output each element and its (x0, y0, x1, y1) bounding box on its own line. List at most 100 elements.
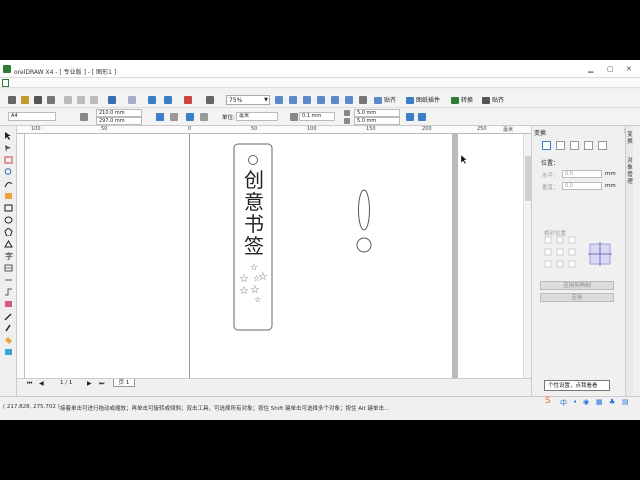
page-width-field[interactable]: 210.0 mm (96, 109, 142, 117)
pan-icon[interactable] (359, 96, 367, 104)
treat-as-filled-icon[interactable] (406, 113, 414, 121)
landscape-icon[interactable] (170, 113, 178, 121)
scale-tab-icon[interactable] (570, 141, 579, 150)
next-page-icon[interactable]: ▶ (87, 380, 92, 387)
nudge-distance-field[interactable]: 0.1 mm (299, 112, 335, 121)
portrait-icon[interactable] (156, 113, 164, 121)
connector-tool-icon[interactable] (4, 288, 13, 296)
convert-button[interactable]: 转换 (451, 95, 473, 106)
export-icon[interactable] (164, 96, 172, 104)
toolbox-icon[interactable]: ▤ (622, 398, 629, 406)
paste-icon[interactable] (90, 96, 98, 104)
table-tool-icon[interactable] (4, 264, 13, 272)
zoom-width-icon[interactable] (345, 96, 353, 104)
docker-tab-object-manager[interactable]: 管 (626, 172, 634, 178)
import-icon[interactable] (148, 96, 156, 104)
zoom-icon[interactable] (275, 96, 283, 104)
rotate-tab-icon[interactable] (556, 141, 565, 150)
zoom-selected-icon[interactable] (303, 96, 311, 104)
blend-tool-icon[interactable] (4, 300, 13, 308)
circle-shape[interactable] (356, 237, 372, 253)
plugin-button[interactable]: 图纸插件 (406, 95, 440, 106)
previous-page-icon[interactable]: ◀ (39, 380, 44, 387)
horizontal-ruler[interactable]: 100 50 0 50 100 150 200 250 毫米 (17, 126, 531, 134)
vertical-scrollbar[interactable] (523, 134, 531, 378)
units-select[interactable]: 毫米 (236, 112, 278, 121)
print-icon[interactable] (47, 96, 55, 104)
docker-tab-object-manager[interactable]: 象 (626, 165, 634, 171)
snap-button[interactable]: 贴齐 (374, 95, 396, 106)
duplicate-y-field[interactable]: 5.0 mm (354, 117, 400, 125)
all-pages-icon[interactable] (186, 113, 194, 121)
skew-tab-icon[interactable] (598, 141, 607, 150)
zoom-level-select[interactable]: 75% ▼ (226, 95, 270, 105)
ime-chinese-mode-icon[interactable]: 中 (560, 398, 567, 408)
apply-button[interactable]: 应用 (540, 293, 614, 302)
last-page-icon[interactable]: ⏭ (99, 380, 104, 388)
keyboard-icon[interactable]: ▦ (596, 398, 603, 406)
freehand-tool-icon[interactable] (4, 180, 13, 188)
maximize-button[interactable]: ▢ (607, 65, 614, 73)
anchor-point-grid[interactable] (544, 236, 578, 270)
star-shape[interactable]: ☆ (239, 284, 249, 297)
size-tab-icon[interactable] (584, 141, 593, 150)
application-launcher-icon[interactable] (184, 96, 192, 104)
open-icon[interactable] (21, 96, 29, 104)
page-height-field[interactable]: 297.0 mm (96, 117, 142, 125)
rectangle-tool-icon[interactable] (4, 204, 13, 212)
first-page-icon[interactable]: ⏮ (27, 380, 32, 388)
save-icon[interactable] (34, 96, 42, 104)
duplicate-x-field[interactable]: 5.0 mm (354, 109, 400, 117)
zoom-page-icon[interactable] (331, 96, 339, 104)
undo-icon[interactable] (108, 96, 116, 104)
docker-tab-object-manager[interactable]: 对 (626, 158, 634, 164)
drawing-canvas[interactable]: 创 意 书 签 ☆ ☆ ☆ ☆ ☆ ☆ ☆ (25, 134, 523, 378)
outline-tool-icon[interactable] (4, 324, 13, 332)
star-shape[interactable]: ☆ (250, 263, 258, 273)
star-shape[interactable]: ☆ (258, 270, 268, 283)
eyedropper-tool-icon[interactable] (4, 312, 13, 321)
zoom-tool-icon[interactable] (4, 168, 13, 176)
new-document-icon[interactable] (8, 96, 16, 104)
cut-icon[interactable] (64, 96, 72, 104)
minimize-button[interactable]: ▁ (588, 65, 593, 73)
interactive-fill-tool-icon[interactable] (4, 348, 13, 356)
page-tab[interactable]: 页 1 (113, 379, 135, 387)
basic-shapes-tool-icon[interactable] (4, 240, 13, 248)
zoom-out-icon[interactable] (289, 96, 297, 104)
bookmark-title[interactable]: 创 意 书 签 (239, 169, 269, 257)
y-position-field[interactable]: 0.0 (562, 182, 602, 190)
skin-icon[interactable]: ♣ (609, 398, 615, 406)
document-icon[interactable] (2, 79, 9, 87)
apply-to-duplicate-button[interactable]: 应用到再制 (540, 281, 614, 290)
docker-tab-transform[interactable]: 变 (626, 132, 634, 138)
shape-tool-icon[interactable] (4, 144, 13, 152)
redo-icon[interactable] (128, 96, 136, 104)
star-shape[interactable]: ☆ (254, 295, 261, 304)
x-position-field[interactable]: 0.0 (562, 170, 602, 178)
crop-tool-icon[interactable] (4, 156, 13, 164)
docker-tab-transform[interactable]: 换 (626, 139, 634, 145)
zoom-all-icon[interactable] (317, 96, 325, 104)
microphone-icon[interactable]: ◉ (583, 398, 589, 406)
ime-logo-icon[interactable]: S (545, 396, 551, 406)
align-button[interactable]: 贴齐 (482, 95, 504, 106)
docker-tab-object-manager[interactable]: 理 (626, 179, 634, 185)
current-page-icon[interactable] (200, 113, 208, 121)
polygon-tool-icon[interactable] (4, 227, 13, 237)
fill-tool-icon[interactable] (4, 336, 13, 344)
dimension-tool-icon[interactable] (4, 276, 13, 284)
smart-fill-tool-icon[interactable] (4, 192, 13, 200)
pick-tool-icon[interactable] (4, 132, 13, 140)
ellipse-tool-icon[interactable] (4, 216, 13, 224)
welcome-screen-icon[interactable] (206, 96, 214, 104)
text-tool-icon[interactable]: 字 (4, 251, 13, 261)
options-icon[interactable] (418, 113, 426, 121)
paper-size-select[interactable]: A4 (8, 112, 56, 121)
vertical-ruler[interactable] (17, 134, 25, 378)
punctuation-icon[interactable]: • (573, 398, 577, 406)
position-tab-icon[interactable] (542, 141, 551, 150)
close-button[interactable]: ✕ (626, 65, 632, 73)
copy-icon[interactable] (77, 96, 85, 104)
ellipse-shape[interactable] (357, 188, 371, 232)
